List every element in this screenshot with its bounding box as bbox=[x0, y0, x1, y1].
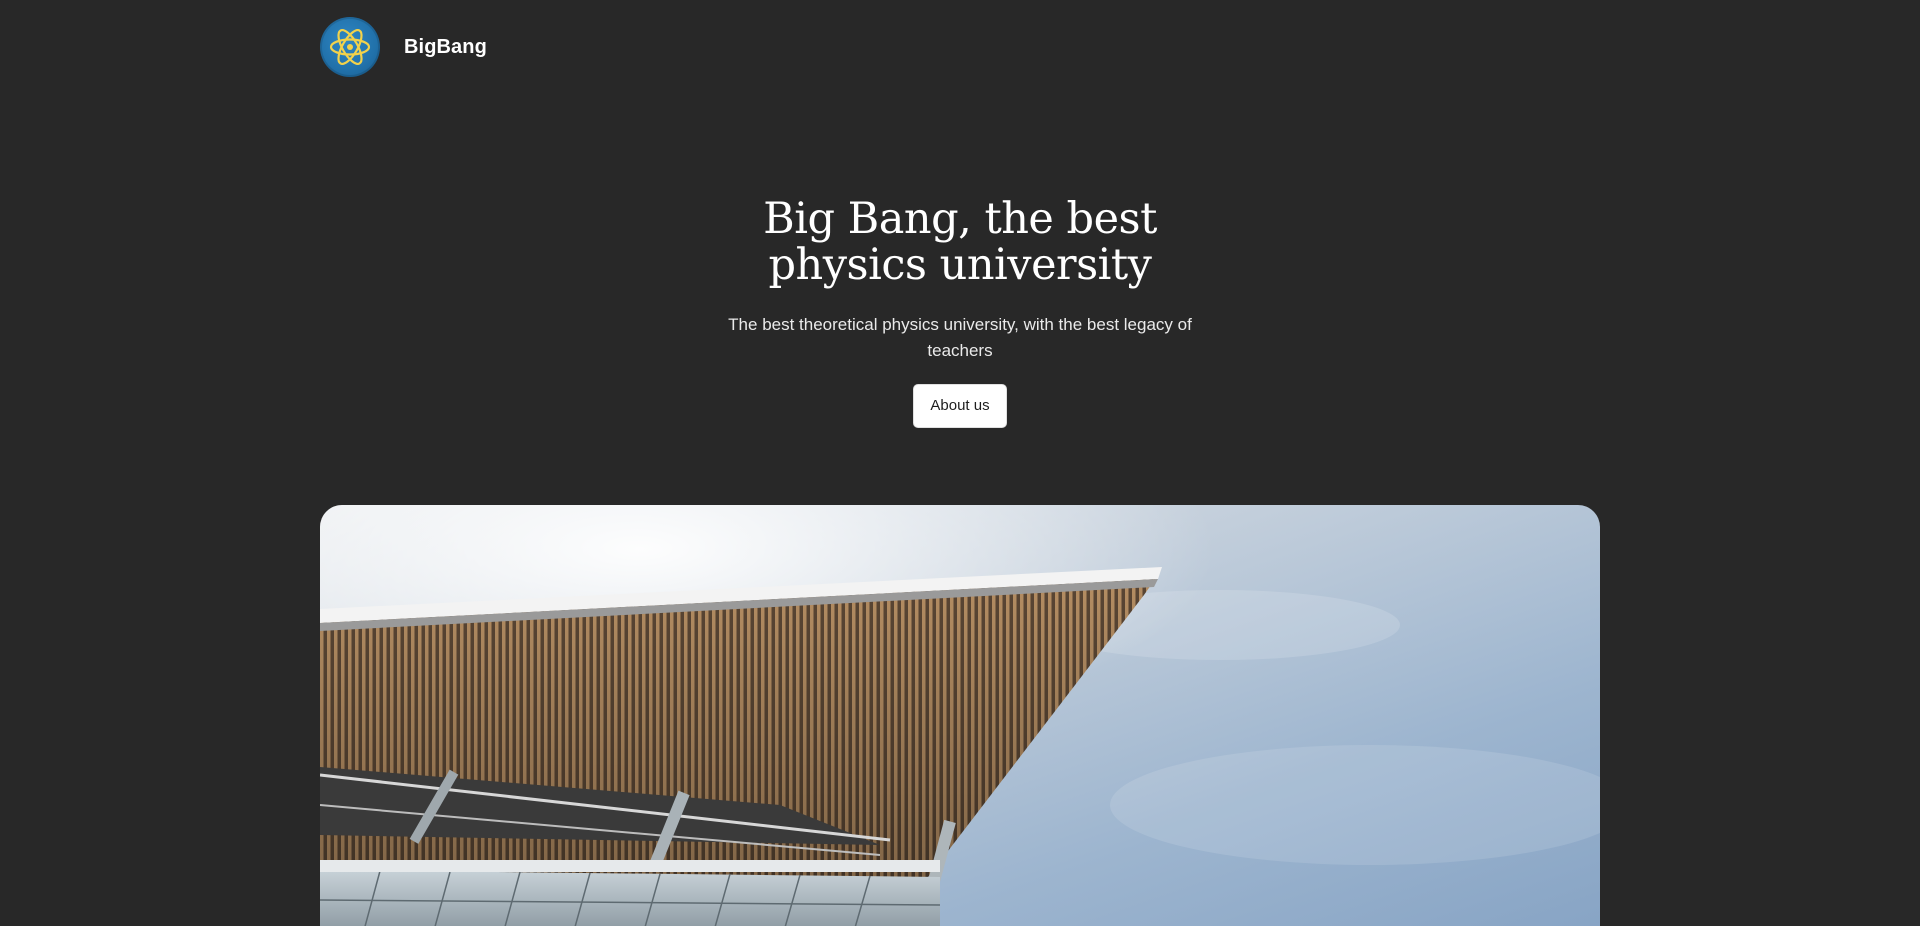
hero-section: Big Bang, the best physics university Th… bbox=[0, 196, 1920, 428]
page-title: Big Bang, the best physics university bbox=[763, 194, 1157, 290]
brand-name[interactable]: BigBang bbox=[404, 36, 487, 59]
hero-subtitle: The best theoretical physics university,… bbox=[728, 315, 1192, 360]
atom-icon[interactable] bbox=[320, 17, 380, 77]
building-photo bbox=[320, 505, 1600, 926]
about-us-button[interactable]: About us bbox=[913, 384, 1007, 428]
site-header: BigBang bbox=[320, 17, 487, 77]
